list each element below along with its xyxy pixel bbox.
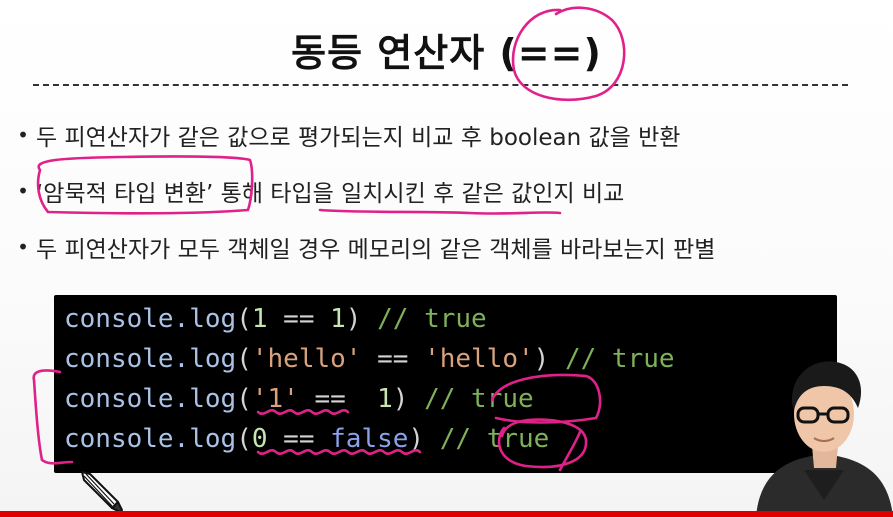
code-console: console. (64, 304, 190, 334)
code-log: log (189, 304, 237, 334)
code-paren: ( (236, 304, 252, 334)
code-operand: 1 (377, 384, 393, 414)
code-operand: '1' (251, 384, 299, 414)
code-operator: == (267, 424, 331, 454)
code-operand: 'hello' (424, 344, 534, 374)
code-operand: 1 (251, 304, 268, 334)
bullet-item: • 두 피연산자가 같은 값으로 평가되는지 비교 후 boolean 값을 반… (10, 115, 680, 155)
code-operator: == (361, 344, 425, 374)
video-progress-fill (0, 511, 893, 517)
code-comment: // true (361, 304, 487, 334)
code-operand: 1 (330, 304, 346, 334)
presenter-avatar (756, 361, 893, 517)
bullet-text: 두 피연산자가 같은 값으로 평가되는지 비교 후 boolean 값을 반환 (36, 125, 681, 151)
bullet-item: • 두 피연산자가 모두 객체일 경우 메모리의 같은 객체를 바라보는지 판별 (10, 227, 715, 267)
code-paren: ) (533, 344, 550, 374)
code-comment: // true (408, 384, 534, 414)
bullet-dot: • (17, 235, 29, 259)
code-log: log (189, 424, 237, 454)
code-comment: // true (424, 424, 550, 454)
code-block: console. log(1 == 1) // true console. log(… (54, 295, 837, 473)
code-operand: 0 (251, 424, 268, 454)
code-comment: // true (549, 344, 675, 374)
slide-title: 동등 연산자 (==) (291, 31, 602, 75)
bullet-dot: • (17, 123, 29, 147)
pencil-cursor-icon (81, 471, 123, 513)
video-progress-bar[interactable] (0, 511, 893, 517)
code-log: log (189, 384, 237, 414)
code-paren: ) (408, 424, 425, 454)
code-paren: ) (345, 304, 362, 334)
code-log: log (189, 344, 237, 374)
code-operator: == (267, 304, 331, 334)
bullet-dot: • (17, 179, 29, 203)
bullet-text: 두 피연산자가 모두 객체일 경우 메모리의 같은 객체를 바라보는지 판별 (36, 237, 716, 263)
code-line: console. log(1 == 1) // true (64, 300, 487, 338)
code-line: console. log('hello' == 'hello') // true (64, 340, 675, 378)
code-paren: ( (236, 424, 252, 454)
code-console: console. (64, 384, 190, 414)
code-paren: ( (236, 344, 252, 374)
code-line: console. log('1' == 1) // true (64, 380, 534, 418)
code-operand: false (330, 424, 409, 454)
code-console: console. (64, 344, 190, 374)
code-operand: 'hello' (251, 344, 362, 374)
code-paren: ) (392, 384, 409, 414)
bullet-item: • ‘암묵적 타입 변환’ 통해 타입을 일치시킨 후 같은 값인지 비교 (10, 171, 624, 211)
title-divider (33, 84, 848, 86)
code-operator: == (298, 384, 378, 414)
code-paren: ( (236, 384, 252, 414)
code-line: console. log(0 == false) // true (64, 420, 549, 458)
bullet-text: ‘암묵적 타입 변환’ 통해 타입을 일치시킨 후 같은 값인지 비교 (36, 181, 625, 207)
code-console: console. (64, 424, 190, 454)
